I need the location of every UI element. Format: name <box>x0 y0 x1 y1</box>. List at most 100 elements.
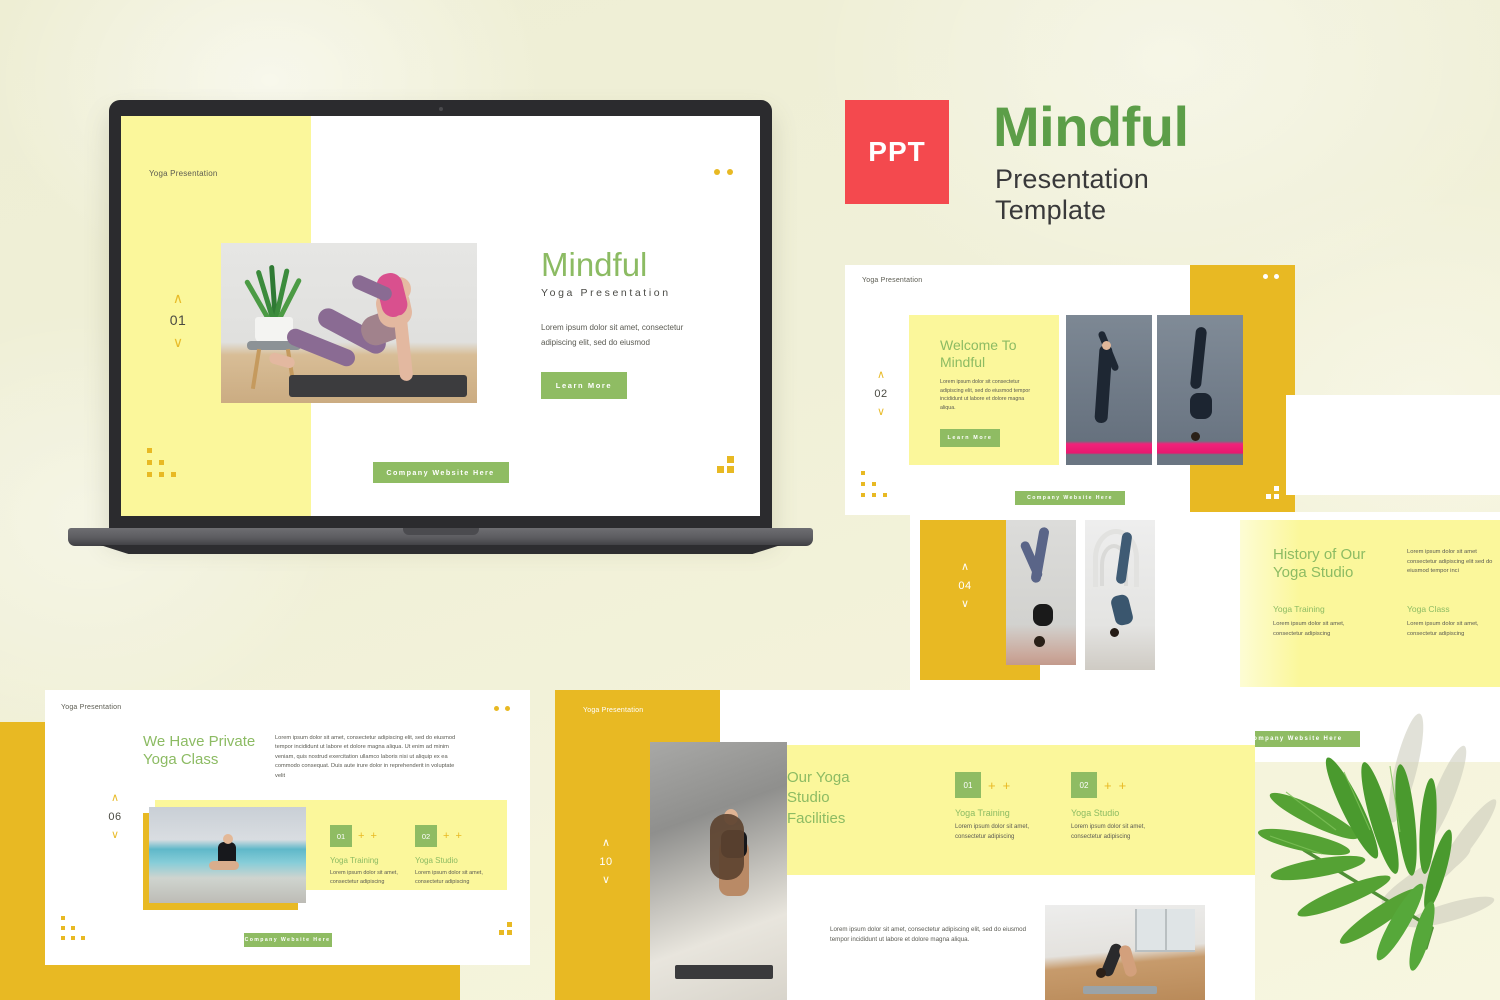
slide-06-card-2: 02 + + Yoga Studio Lorem ipsum dolor sit… <box>415 825 495 887</box>
slide-04-body: Lorem ipsum dolor sit amet consectetur a… <box>1407 549 1493 575</box>
company-website-bar[interactable]: Company Website Here <box>372 462 509 483</box>
slide-10-body: Lorem ipsum dolor sit amet, consectetur … <box>830 926 1027 944</box>
slide-02-number: 02 <box>874 388 888 400</box>
company-website-bar[interactable]: Company Website Here <box>243 933 332 947</box>
card-text: Lorem ipsum dolor sit amet, consectetur … <box>330 870 398 886</box>
slide-01-pager[interactable]: ∧ 01 ∨ <box>164 291 192 349</box>
slide-02-body: Lorem ipsum dolor sit consectetur adipis… <box>940 379 1031 412</box>
chevron-up-icon[interactable]: ∧ <box>164 291 192 305</box>
decor-white-panel <box>1286 395 1500 495</box>
slide-04-pager[interactable]: ∧ 04 ∨ <box>952 562 978 610</box>
slide-06-card-1: 01 + + Yoga Training Lorem ipsum dolor s… <box>330 825 410 887</box>
slide-02-square-cluster <box>1263 486 1279 502</box>
slide-01-dot-pattern <box>147 448 183 478</box>
webcam-icon <box>438 107 443 111</box>
slide-02-title: Welcome To Mindful <box>940 337 1017 371</box>
slide-04-number: 04 <box>958 580 972 592</box>
chevron-down-icon[interactable]: ∨ <box>952 599 978 610</box>
slide-02-text-card: Welcome To Mindful Lorem ipsum dolor sit… <box>909 315 1059 465</box>
plus-icon: + <box>358 830 365 842</box>
card-number-badge: 01 <box>330 825 352 847</box>
slide-01-subtitle: Yoga Presentation <box>541 287 671 299</box>
slide-06-photo <box>149 807 306 903</box>
page-subtitle: Presentation Template <box>995 164 1149 225</box>
feature-text: Lorem ipsum dolor sit amet, consectetur … <box>1273 621 1345 637</box>
learn-more-button[interactable]: Learn More <box>541 372 627 400</box>
chevron-down-icon[interactable]: ∨ <box>164 335 192 349</box>
slide-06-dot-pattern <box>61 916 95 942</box>
laptop-foot <box>100 545 781 554</box>
plus-icon: + <box>443 830 450 842</box>
slide-04-title: History of Our Yoga Studio <box>1273 546 1366 582</box>
slide-02-photo-1 <box>1066 315 1152 465</box>
chevron-down-icon[interactable]: ∨ <box>593 875 619 886</box>
slide-02-dot-pattern <box>861 471 901 501</box>
plus-icon: + <box>1104 777 1112 793</box>
slide-04-photo-1 <box>1006 520 1076 665</box>
chevron-up-icon[interactable]: ∧ <box>593 838 619 849</box>
slide-06-number: 06 <box>108 811 122 823</box>
slide-10-pager[interactable]: ∧ 10 ∨ <box>593 838 619 886</box>
card-text: Lorem ipsum dolor sit amet, consectetur … <box>955 824 1030 840</box>
slide-01-square-cluster <box>714 456 734 476</box>
slide-06-title: We Have Private Yoga Class <box>143 733 256 769</box>
slide-06-square-cluster <box>496 922 512 938</box>
ppt-badge-label: PPT <box>868 136 926 167</box>
slide-06-kicker: Yoga Presentation <box>61 704 122 711</box>
slide-01-title: Mindful <box>541 246 648 283</box>
slide-01-corner-dots <box>714 169 733 175</box>
laptop-notch <box>402 528 479 535</box>
slide-06[interactable]: Yoga Presentation We Have Private Yoga C… <box>45 690 530 965</box>
slide-10-photo-1 <box>650 742 787 1000</box>
slide-02-pager[interactable]: ∧ 02 ∨ <box>868 370 894 418</box>
chevron-down-icon[interactable]: ∨ <box>102 830 128 841</box>
learn-more-button[interactable]: Learn More <box>940 429 1000 447</box>
slide-01-copy: Mindful Yoga Presentation Lorem ipsum do… <box>541 246 741 400</box>
card-number-badge: 02 <box>415 825 437 847</box>
card-heading: Yoga Studio <box>1071 808 1120 818</box>
slide-04-photo-2 <box>1085 520 1155 670</box>
slide-02-kicker: Yoga Presentation <box>862 277 923 284</box>
slide-02[interactable]: Yoga Presentation ∧ 02 ∨ Welcome To Mind… <box>845 265 1295 515</box>
card-heading: Yoga Studio <box>415 856 458 865</box>
slide-10-card-1: 01 + + Yoga Training Lorem ipsum dolor s… <box>955 772 1053 843</box>
feature-heading: Yoga Class <box>1407 604 1450 614</box>
slide-06-pager[interactable]: ∧ 06 ∨ <box>102 793 128 841</box>
slide-01-photo <box>221 243 477 403</box>
laptop-mockup: Yoga Presentation ∧ 01 ∨ Mindful Yoga Pr… <box>68 100 813 568</box>
plus-icon: + <box>1118 777 1127 793</box>
slide-02-corner-dots <box>1263 274 1279 279</box>
laptop-lid: Yoga Presentation ∧ 01 ∨ Mindful Yoga Pr… <box>109 100 772 532</box>
card-heading: Yoga Training <box>955 808 1010 818</box>
slide-06-body: Lorem ipsum dolor sit amet, consectetur … <box>275 735 456 779</box>
slide-10-photo-2 <box>1045 905 1205 1000</box>
chevron-up-icon[interactable]: ∧ <box>868 370 894 381</box>
slide-01-kicker: Yoga Presentation <box>149 169 218 178</box>
card-number-badge: 02 <box>1071 772 1097 798</box>
plus-icon: + <box>988 777 996 793</box>
company-website-bar[interactable]: Company Website Here <box>1015 491 1125 505</box>
slide-10[interactable]: Yoga Presentation ∧ 10 ∨ Our Yoga Studio… <box>555 690 1255 1000</box>
slide-10-number: 10 <box>599 856 613 868</box>
slide-01-body: Lorem ipsum dolor sit amet, consectetur … <box>541 323 684 348</box>
slide-04-feature-2: Yoga Class Lorem ipsum dolor sit amet, c… <box>1407 604 1500 639</box>
card-number-badge: 01 <box>955 772 981 798</box>
card-heading: Yoga Training <box>330 856 379 865</box>
chevron-up-icon[interactable]: ∧ <box>952 562 978 573</box>
feature-text: Lorem ipsum dolor sit amet, consectetur … <box>1407 621 1479 637</box>
page-title: Mindful <box>993 95 1189 158</box>
ppt-badge: PPT <box>845 100 949 204</box>
slide-02-photo-2 <box>1157 315 1243 465</box>
plus-icon: + <box>455 830 462 842</box>
slide-10-kicker: Yoga Presentation <box>583 707 644 714</box>
feature-heading: Yoga Training <box>1273 604 1325 614</box>
chevron-down-icon[interactable]: ∨ <box>868 407 894 418</box>
plus-icon: + <box>370 830 377 842</box>
card-text: Lorem ipsum dolor sit amet, consectetur … <box>1071 824 1146 840</box>
slide-01[interactable]: Yoga Presentation ∧ 01 ∨ Mindful Yoga Pr… <box>121 116 760 516</box>
card-text: Lorem ipsum dolor sit amet, consectetur … <box>415 870 483 886</box>
chevron-up-icon[interactable]: ∧ <box>102 793 128 804</box>
poster-canvas: PPT Mindful Presentation Template Yoga P… <box>0 0 1500 1000</box>
slide-01-number: 01 <box>169 312 187 328</box>
slide-10-card-2: 02 + + Yoga Studio Lorem ipsum dolor sit… <box>1071 772 1169 843</box>
